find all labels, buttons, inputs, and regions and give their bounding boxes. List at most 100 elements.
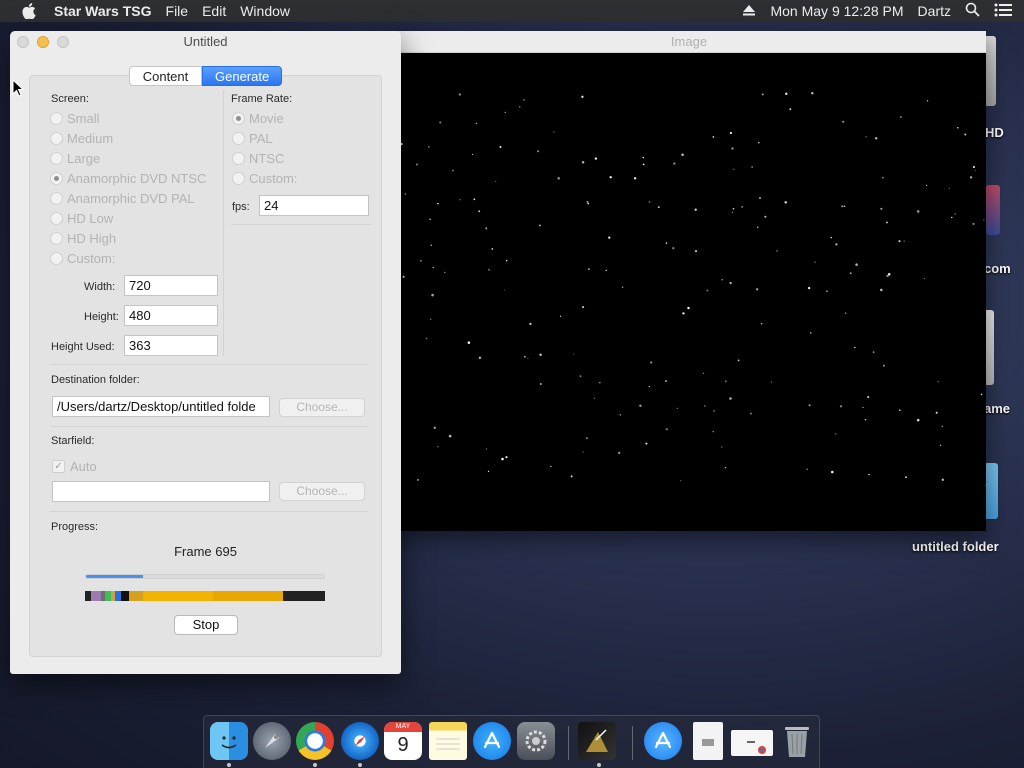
star bbox=[733, 168, 735, 170]
star bbox=[501, 457, 504, 461]
screen-option[interactable]: Small bbox=[50, 111, 100, 126]
star bbox=[594, 157, 598, 160]
web-shortcut-desktop-icon[interactable] bbox=[986, 185, 1000, 235]
tab-content[interactable]: Content bbox=[129, 66, 202, 86]
star bbox=[505, 259, 508, 262]
star bbox=[559, 315, 562, 317]
star bbox=[721, 446, 723, 448]
desktop-label-hd[interactable]: HD bbox=[985, 125, 1004, 140]
star bbox=[645, 442, 648, 445]
safari-icon[interactable] bbox=[341, 722, 379, 760]
screen-option[interactable]: Anamorphic DVD NTSC bbox=[50, 171, 206, 186]
color-strip-segment bbox=[121, 591, 129, 601]
screen-option-label: Anamorphic DVD PAL bbox=[67, 191, 195, 206]
progress-status: Frame 695 bbox=[174, 544, 237, 559]
edit-menu[interactable]: Edit bbox=[202, 3, 226, 19]
screen-option[interactable]: Anamorphic DVD PAL bbox=[50, 191, 195, 206]
stop-button[interactable]: Stop bbox=[174, 615, 238, 635]
screen-option[interactable]: HD High bbox=[50, 231, 116, 246]
image-window-title[interactable]: Image bbox=[392, 31, 986, 53]
auto-checkbox[interactable]: ✓ bbox=[52, 460, 65, 473]
notes-icon[interactable] bbox=[429, 722, 467, 760]
radio-button[interactable] bbox=[50, 132, 63, 145]
zoom-button[interactable] bbox=[57, 36, 69, 48]
radio-button[interactable] bbox=[50, 112, 63, 125]
radio-button[interactable] bbox=[232, 172, 245, 185]
star bbox=[539, 353, 542, 356]
tab-generate[interactable]: Generate bbox=[202, 66, 282, 86]
menu-clock[interactable]: Mon May 9 12:28 PM bbox=[770, 3, 903, 19]
trash-icon[interactable] bbox=[778, 722, 816, 760]
starfield-file-field[interactable] bbox=[52, 481, 270, 502]
apple-menu-icon[interactable] bbox=[18, 3, 40, 19]
close-button[interactable] bbox=[17, 36, 29, 48]
main-window-titlebar[interactable]: Untitled bbox=[10, 31, 401, 53]
spotlight-search-icon[interactable] bbox=[965, 2, 980, 20]
width-field[interactable]: 720 bbox=[124, 275, 218, 296]
star bbox=[854, 346, 856, 349]
star bbox=[404, 193, 407, 195]
star bbox=[757, 226, 759, 228]
screen-option[interactable]: Large bbox=[50, 151, 100, 166]
chrome-icon[interactable] bbox=[296, 722, 334, 760]
star bbox=[437, 446, 439, 448]
destination-choose-button[interactable]: Choose... bbox=[279, 398, 365, 417]
radio-button[interactable] bbox=[50, 252, 63, 265]
eject-icon[interactable] bbox=[742, 3, 756, 19]
file-menu[interactable]: File bbox=[166, 3, 189, 19]
screen-option[interactable]: HD Low bbox=[50, 211, 113, 226]
desktop-label-com[interactable]: com bbox=[984, 261, 1011, 276]
star bbox=[830, 236, 832, 239]
screen-option[interactable]: Custom: bbox=[50, 251, 115, 266]
document-icon[interactable] bbox=[693, 722, 723, 760]
radio-button[interactable] bbox=[50, 232, 63, 245]
star bbox=[586, 200, 589, 203]
fps-field[interactable]: 24 bbox=[259, 195, 369, 216]
column-divider bbox=[223, 90, 224, 356]
star bbox=[680, 480, 682, 482]
finder-icon[interactable] bbox=[210, 722, 248, 760]
frame-rate-option[interactable]: Movie bbox=[232, 111, 284, 126]
downloads-icon[interactable] bbox=[731, 730, 773, 756]
star bbox=[784, 201, 787, 204]
star bbox=[687, 306, 690, 310]
radio-button[interactable] bbox=[232, 112, 245, 125]
frame-rate-option[interactable]: PAL bbox=[232, 131, 273, 146]
calendar-icon[interactable]: MAY 9 bbox=[384, 722, 422, 760]
desktop-label-ame[interactable]: ame bbox=[984, 401, 1010, 416]
window-menu[interactable]: Window bbox=[240, 3, 290, 19]
height-field[interactable]: 480 bbox=[124, 305, 218, 326]
destination-path-field[interactable]: /Users/dartz/Desktop/untitled folde bbox=[52, 396, 270, 417]
height-used-field[interactable]: 363 bbox=[124, 335, 218, 356]
frame-rate-option[interactable]: Custom: bbox=[232, 171, 297, 186]
star bbox=[887, 272, 891, 276]
radio-button[interactable] bbox=[50, 152, 63, 165]
star bbox=[573, 353, 575, 355]
launchpad-icon[interactable] bbox=[253, 722, 291, 760]
app-menu[interactable]: Star Wars TSG bbox=[54, 3, 152, 19]
radio-button[interactable] bbox=[232, 152, 245, 165]
system-preferences-icon[interactable] bbox=[517, 722, 555, 760]
star-wars-tsg-icon[interactable] bbox=[578, 722, 616, 760]
progress-label: Progress: bbox=[51, 521, 99, 533]
dock-divider bbox=[568, 726, 569, 760]
star bbox=[672, 247, 675, 250]
screen-option-label: Medium bbox=[67, 131, 114, 146]
star bbox=[737, 359, 740, 362]
applications-folder-icon[interactable] bbox=[644, 722, 682, 760]
radio-button[interactable] bbox=[50, 192, 63, 205]
radio-button[interactable] bbox=[50, 172, 63, 185]
app-store-icon[interactable] bbox=[473, 722, 511, 760]
radio-button[interactable] bbox=[50, 212, 63, 225]
starfield-choose-button[interactable]: Choose... bbox=[279, 482, 365, 501]
menu-user[interactable]: Dartz bbox=[918, 3, 951, 19]
star bbox=[582, 306, 585, 309]
notification-center-icon[interactable] bbox=[994, 3, 1012, 20]
folder-desktop-icon[interactable] bbox=[984, 463, 998, 519]
frame-rate-option[interactable]: NTSC bbox=[232, 151, 284, 166]
screen-option[interactable]: Medium bbox=[50, 131, 113, 146]
radio-button[interactable] bbox=[232, 132, 245, 145]
star bbox=[741, 205, 744, 208]
desktop-label-untitled-folder[interactable]: untitled folder bbox=[912, 539, 999, 554]
minimize-button[interactable] bbox=[37, 36, 49, 48]
